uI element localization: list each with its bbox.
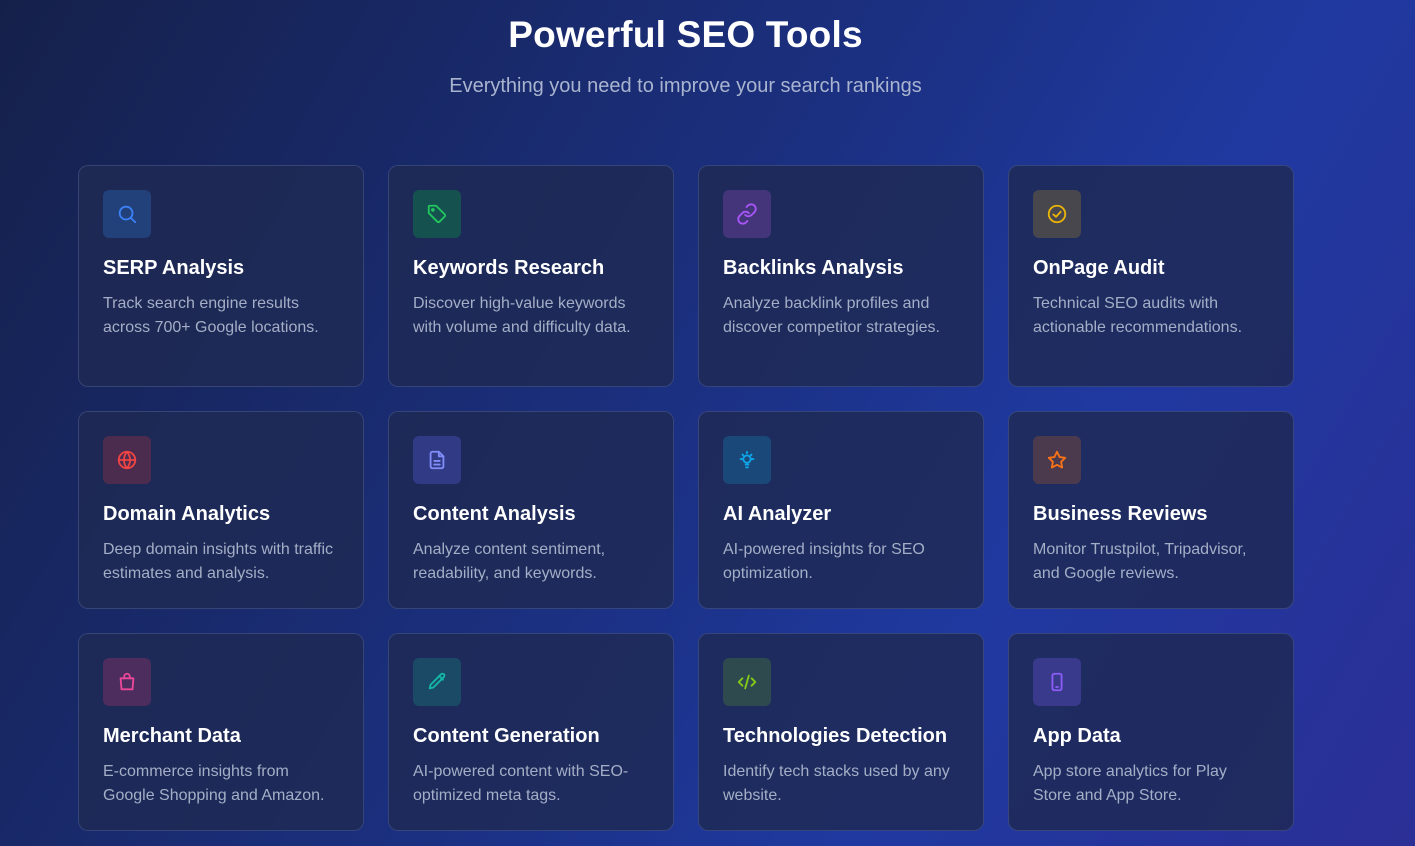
page-title: Powerful SEO Tools — [508, 14, 863, 55]
content-analysis-icon-box — [413, 436, 461, 484]
business-reviews-icon-box — [1033, 436, 1081, 484]
onpage-audit-icon-box — [1033, 190, 1081, 238]
backlinks-analysis-icon-box — [723, 190, 771, 238]
tool-card-merchant-data[interactable]: Merchant Data E-commerce insights from G… — [78, 633, 364, 831]
pencil-icon — [428, 672, 446, 690]
tools-grid: SERP Analysis Track search engine result… — [78, 165, 1294, 831]
tool-card-business-reviews[interactable]: Business Reviews Monitor Trustpilot, Tri… — [1008, 411, 1294, 609]
card-title: Keywords Research — [413, 257, 605, 279]
card-description: Monitor Trustpilot, Tripadvisor, and Goo… — [1033, 541, 1247, 582]
tool-card-serp-analysis[interactable]: SERP Analysis Track search engine result… — [78, 165, 364, 387]
card-description: Analyze backlink profiles and discover c… — [723, 295, 940, 336]
content-generation-icon-box — [413, 658, 461, 706]
ai-analyzer-icon-box — [723, 436, 771, 484]
card-description: Technical SEO audits with actionable rec… — [1033, 295, 1243, 336]
merchant-data-icon-box — [103, 658, 151, 706]
card-title: Merchant Data — [103, 725, 241, 747]
card-title: Content Analysis — [413, 503, 576, 525]
tool-card-backlinks-analysis[interactable]: Backlinks Analysis Analyze backlink prof… — [698, 165, 984, 387]
document-icon — [429, 450, 445, 470]
page-subtitle: Everything you need to improve your sear… — [449, 75, 922, 97]
app-data-icon-box — [1033, 658, 1081, 706]
card-description: Identify tech stacks used by any website… — [723, 763, 950, 804]
card-description: Discover high-value keywords with volume… — [413, 295, 631, 336]
tag-icon — [427, 204, 447, 224]
keywords-research-icon-box — [413, 190, 461, 238]
card-title: App Data — [1033, 725, 1121, 747]
smartphone-icon — [1051, 672, 1063, 692]
link-icon — [737, 203, 757, 225]
card-description: Analyze content sentiment, readability, … — [413, 541, 606, 582]
check-circle-icon — [1047, 204, 1067, 224]
tool-card-domain-analytics[interactable]: Domain Analytics Deep domain insights wi… — [78, 411, 364, 609]
code-icon — [737, 674, 757, 690]
globe-icon — [117, 450, 137, 470]
card-title: Domain Analytics — [103, 503, 271, 525]
card-description: E-commerce insights from Google Shopping… — [103, 763, 325, 804]
card-title: Backlinks Analysis — [723, 257, 904, 279]
tool-card-onpage-audit[interactable]: OnPage Audit Technical SEO audits with a… — [1008, 165, 1294, 387]
tool-card-content-analysis[interactable]: Content Analysis Analyze content sentime… — [388, 411, 674, 609]
card-description: Track search engine results across 700+ … — [103, 295, 319, 336]
card-title: SERP Analysis — [103, 257, 245, 279]
tool-card-technologies-detection[interactable]: Technologies Detection Identify tech sta… — [698, 633, 984, 831]
card-title: Technologies Detection — [723, 725, 948, 747]
tool-card-app-data[interactable]: App Data App store analytics for Play St… — [1008, 633, 1294, 831]
card-title: Business Reviews — [1033, 503, 1208, 525]
serp-analysis-icon-box — [103, 190, 151, 238]
search-icon — [118, 205, 137, 224]
card-title: Content Generation — [413, 725, 600, 747]
card-description: App store analytics for Play Store and A… — [1033, 763, 1227, 804]
card-title: AI Analyzer — [723, 503, 832, 525]
shopping-bag-icon — [119, 672, 135, 691]
tool-card-ai-analyzer[interactable]: AI Analyzer AI-powered insights for SEO … — [698, 411, 984, 609]
card-description: AI-powered content with SEO-optimized me… — [413, 763, 629, 804]
card-description: AI-powered insights for SEO optimization… — [723, 541, 925, 582]
domain-analytics-icon-box — [103, 436, 151, 484]
card-description: Deep domain insights with traffic estima… — [103, 541, 334, 582]
tool-card-keywords-research[interactable]: Keywords Research Discover high-value ke… — [388, 165, 674, 387]
lightbulb-icon — [739, 450, 755, 469]
tool-card-content-generation[interactable]: Content Generation AI-powered content wi… — [388, 633, 674, 831]
card-title: OnPage Audit — [1033, 257, 1165, 279]
star-icon — [1047, 450, 1067, 469]
technologies-detection-icon-box — [723, 658, 771, 706]
